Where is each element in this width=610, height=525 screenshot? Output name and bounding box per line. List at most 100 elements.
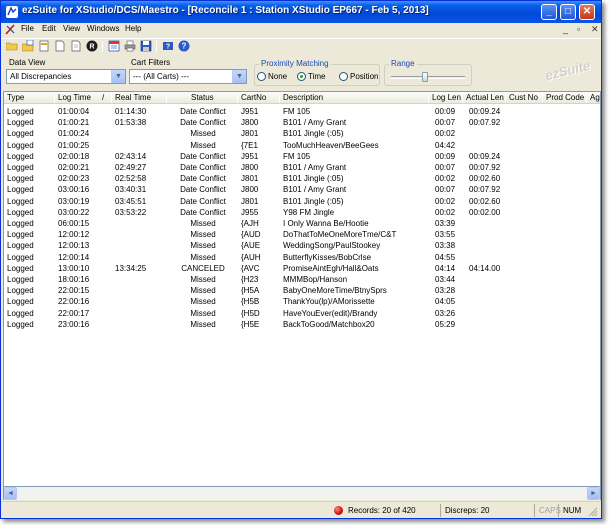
cell-cartno: {AUE: [241, 241, 261, 251]
maximize-button[interactable]: □: [560, 4, 576, 20]
title-bar[interactable]: ezSuite for XStudio/DCS/Maestro - [Recon…: [1, 1, 601, 23]
table-row[interactable]: Logged 03:00:16 03:40:31 Date Conflict J800 B…: [4, 184, 600, 195]
table-row[interactable]: Logged 06:00:15 Missed {AJH I Only Wanna Be/…: [4, 218, 600, 229]
column-separator[interactable]: [166, 93, 167, 103]
column-separator[interactable]: [428, 93, 429, 103]
column-header-cust-no[interactable]: Cust No: [509, 93, 538, 102]
cell-real-time: 02:49:27: [115, 163, 147, 172]
cell-type: Logged: [7, 230, 34, 240]
column-separator[interactable]: [54, 93, 55, 103]
new-document-icon[interactable]: [54, 40, 66, 52]
table-row[interactable]: Logged 02:00:18 02:43:14 Date Conflict J951 F…: [4, 151, 600, 162]
cell-description: B101 / Amy Grant: [283, 163, 347, 172]
column-separator[interactable]: [505, 93, 506, 103]
range-slider-thumb[interactable]: [421, 72, 428, 82]
document-icon[interactable]: [38, 40, 50, 52]
table-row[interactable]: Logged 22:00:15 Missed {H5A BabyOneMoreTime/…: [4, 285, 600, 296]
page-icon[interactable]: [70, 40, 82, 52]
cell-description: MMMBop/Hanson: [283, 275, 348, 284]
cell-cartno: {H5D: [241, 308, 260, 318]
column-header-log-len[interactable]: Log Len: [432, 93, 461, 102]
column-header-description[interactable]: Description: [283, 93, 323, 102]
menu-windows[interactable]: Windows: [87, 24, 119, 33]
cell-log-time: 12:00:14: [58, 252, 90, 262]
cell-status: Missed: [190, 319, 216, 329]
column-separator[interactable]: [542, 93, 543, 103]
menu-edit[interactable]: Edit: [42, 24, 56, 33]
column-header-age[interactable]: Age: [590, 93, 600, 102]
range-slider-track[interactable]: [391, 76, 465, 79]
reconcile-icon[interactable]: R: [86, 40, 98, 52]
chevron-down-icon[interactable]: ▼: [111, 70, 125, 83]
column-header-status[interactable]: Status: [191, 93, 214, 102]
table-row[interactable]: Logged 22:00:17 Missed {H5D HaveYouEver(edit…: [4, 308, 600, 319]
cell-cartno: J800: [241, 118, 259, 128]
table-row[interactable]: Logged 01:00:21 01:53:38 Date Conflict J800 B…: [4, 117, 600, 128]
column-header-type[interactable]: Type: [7, 93, 24, 102]
proximity-time-label[interactable]: Time: [308, 72, 325, 81]
open-file-icon[interactable]: [22, 40, 34, 52]
child-close-button[interactable]: ✕: [591, 24, 599, 35]
child-minimize-button[interactable]: _: [563, 24, 568, 34]
column-header-real-time[interactable]: Real Time: [115, 93, 151, 102]
print-icon[interactable]: [124, 40, 136, 52]
table-row[interactable]: Logged 02:00:23 02:52:58 Date Conflict J801 B…: [4, 173, 600, 184]
cell-log-time: 03:00:19: [58, 196, 90, 206]
table-row[interactable]: Logged 02:00:21 02:49:27 Date Conflict J800 B…: [4, 162, 600, 173]
proximity-none-radio[interactable]: [257, 72, 266, 81]
column-header-cartno[interactable]: CartNo: [241, 93, 266, 102]
cart-filters-select[interactable]: --- (All Carts) --- ▼: [129, 69, 247, 84]
menu-help[interactable]: Help: [125, 24, 141, 33]
column-separator[interactable]: [111, 93, 112, 103]
column-separator[interactable]: [586, 93, 587, 103]
chevron-down-icon[interactable]: ▼: [232, 70, 246, 83]
proximity-position-radio[interactable]: [339, 72, 348, 81]
minimize-button[interactable]: _: [541, 4, 557, 20]
table-row[interactable]: Logged 22:00:16 Missed {H5B ThankYou(lp)/AMo…: [4, 296, 600, 307]
column-separator[interactable]: [237, 93, 238, 103]
cell-actual-len: 00:07.92: [469, 118, 501, 128]
table-row[interactable]: Logged 12:00:13 Missed {AUE WeddingSong/Paul…: [4, 240, 600, 251]
column-separator[interactable]: [462, 93, 463, 103]
child-restore-button[interactable]: ▫: [577, 24, 580, 34]
cell-type: Logged: [7, 219, 34, 228]
data-view-select[interactable]: All Discrepancies ▼: [6, 69, 126, 84]
table-row[interactable]: Logged 01:00:24 Missed J801 B101 Jingle (:05…: [4, 128, 600, 139]
table-row[interactable]: Logged 13:00:10 13:34:25 CANCELED {AVC Promis…: [4, 263, 600, 274]
ezsuite-logo: ezSuite: [544, 57, 593, 84]
column-header-actual-len[interactable]: Actual Len: [466, 93, 504, 102]
table-row[interactable]: Logged 12:00:14 Missed {AUH ButterflyKisses/…: [4, 252, 600, 263]
cell-type: Logged: [7, 129, 34, 139]
report-icon[interactable]: [108, 40, 120, 52]
menu-view[interactable]: View: [63, 24, 80, 33]
table-row[interactable]: Logged 01:00:04 01:14:30 Date Conflict J951 F…: [4, 106, 600, 117]
table-row[interactable]: Logged 03:00:22 03:53:22 Date Conflict J955 Y…: [4, 207, 600, 218]
proximity-none-label[interactable]: None: [268, 72, 287, 81]
cell-description: Y98 FM Jingle: [283, 207, 335, 217]
cell-status: CANCELED: [181, 263, 225, 273]
scroll-right-button[interactable]: ►: [587, 487, 600, 500]
open-folder-icon[interactable]: [6, 40, 18, 52]
help-book-icon[interactable]: ?: [162, 40, 174, 52]
document-icon[interactable]: [5, 24, 16, 35]
help-icon[interactable]: ?: [178, 40, 190, 52]
cell-cartno: {H23: [241, 275, 259, 284]
column-header-log-time[interactable]: Log Time: [58, 93, 91, 102]
proximity-time-radio[interactable]: [297, 72, 306, 81]
column-separator[interactable]: [279, 93, 280, 103]
cell-log-time: 02:00:23: [58, 174, 90, 184]
table-row[interactable]: Logged 18:00:16 Missed {H23 MMMBop/Hanson 03:…: [4, 274, 600, 285]
table-row[interactable]: Logged 01:00:25 Missed {7E1 TooMuchHeaven/Be…: [4, 140, 600, 151]
proximity-position-label[interactable]: Position: [350, 72, 378, 81]
scroll-left-button[interactable]: ◄: [4, 487, 17, 500]
table-row[interactable]: Logged 03:00:19 03:45:51 Date Conflict J801 B…: [4, 196, 600, 207]
cell-actual-len: 00:07.92: [469, 185, 501, 195]
column-header-prod-code[interactable]: Prod Code: [546, 93, 584, 102]
table-row[interactable]: Logged 12:00:12 Missed {AUD DoThatToMeOneMor…: [4, 229, 600, 240]
save-icon[interactable]: [140, 40, 152, 52]
horizontal-scrollbar[interactable]: ◄ ►: [3, 487, 601, 500]
close-button[interactable]: ✕: [579, 4, 595, 20]
resize-grip-icon[interactable]: [587, 506, 598, 517]
table-row[interactable]: Logged 23:00:16 Missed {H5E BackToGood/Match…: [4, 319, 600, 330]
menu-file[interactable]: File: [21, 24, 34, 33]
